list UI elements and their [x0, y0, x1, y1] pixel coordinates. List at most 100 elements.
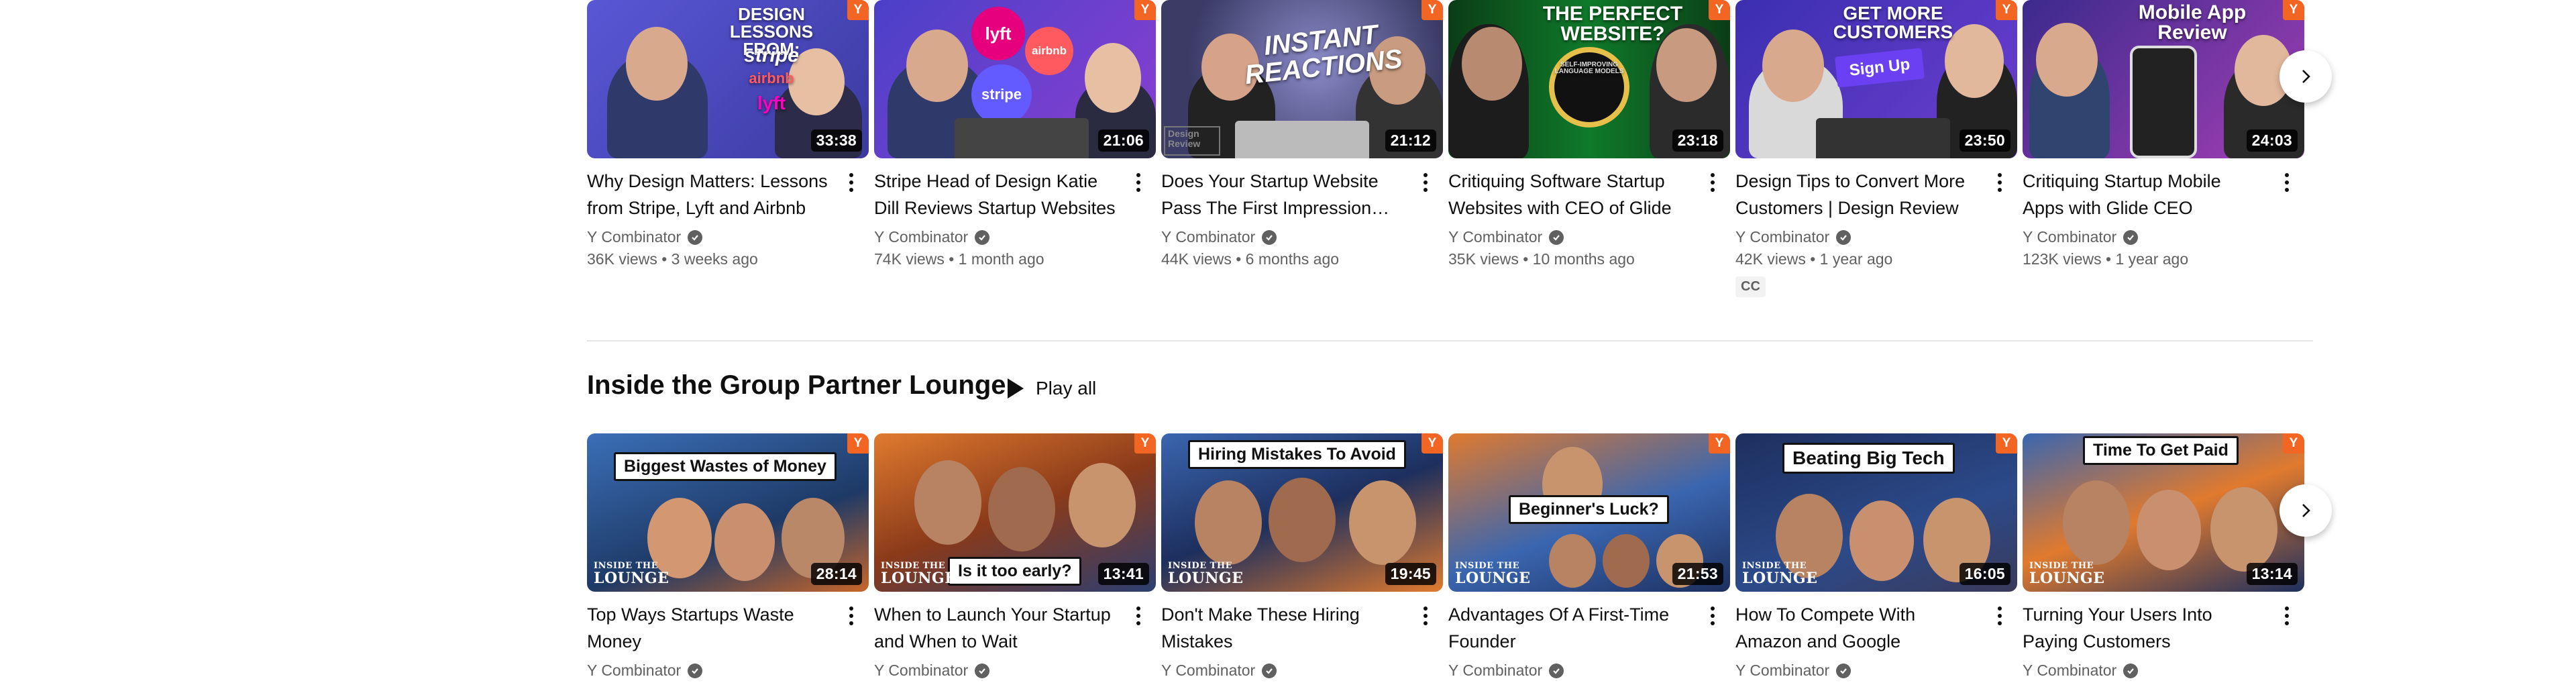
- video-title[interactable]: Don't Make These Hiring Mistakes: [1161, 601, 1403, 655]
- play-all-button[interactable]: Play all: [1000, 370, 1102, 407]
- video-thumbnail[interactable]: lyft airbnb stripe Y 21:06: [874, 0, 1156, 158]
- channel-name[interactable]: Y Combinator: [874, 662, 1156, 680]
- video-card[interactable]: INSTANT REACTIONS Design Review Y 21:12 …: [1161, 0, 1448, 297]
- verified-icon: [688, 229, 703, 245]
- video-card[interactable]: Beating Big Tech INSIDE THE LOUNGE Y 16:0…: [1735, 433, 2023, 680]
- video-title[interactable]: Critiquing Software Startup Websites wit…: [1448, 168, 1690, 221]
- yc-logo-icon: Y: [1134, 0, 1156, 20]
- shelf-next-button[interactable]: [2279, 50, 2332, 103]
- section-title[interactable]: Inside the Group Partner Lounge: [587, 370, 1006, 401]
- more-options-icon[interactable]: [1417, 604, 1434, 628]
- more-options-icon[interactable]: [843, 170, 859, 195]
- channel-name[interactable]: Y Combinator: [2023, 662, 2304, 680]
- duration-badge: 23:50: [1959, 129, 2010, 152]
- more-options-icon[interactable]: [843, 604, 859, 628]
- thumbnail-title: THE PERFECT WEBSITE?: [1542, 3, 1683, 45]
- video-thumbnail[interactable]: Is it too early? INSIDE THE LOUNGE Y 13:4…: [874, 433, 1156, 592]
- video-stats: 44K views • 6 months ago: [1161, 250, 1340, 268]
- video-title[interactable]: Why Design Matters: Lessons from Stripe,…: [587, 168, 828, 221]
- video-title[interactable]: Turning Your Users Into Paying Customers: [2023, 601, 2264, 655]
- duration-badge: 21:12: [1385, 129, 1436, 152]
- duration-badge: 33:38: [810, 129, 862, 152]
- thumbnail-label: Is it too early?: [948, 557, 1082, 586]
- video-thumbnail[interactable]: THE PERFECT WEBSITE? SELF-IMPROVING LANG…: [1448, 0, 1730, 158]
- video-card[interactable]: lyft airbnb stripe Y 21:06 Stripe Head o…: [874, 0, 1161, 297]
- verified-icon: [688, 663, 703, 678]
- video-card[interactable]: Biggest Wastes of Money INSIDE THE LOUNGE…: [587, 433, 874, 680]
- channel-name[interactable]: Y Combinator: [1448, 228, 1730, 246]
- video-thumbnail[interactable]: DESIGN LESSONS FROM: stripe airbnb lyft …: [587, 0, 869, 158]
- video-thumbnail[interactable]: Time To Get Paid INSIDE THE LOUNGE Y 13:1…: [2023, 433, 2304, 592]
- more-options-icon[interactable]: [1705, 604, 1721, 628]
- more-options-icon[interactable]: [1992, 604, 2008, 628]
- verified-icon: [975, 229, 990, 245]
- video-title[interactable]: Critiquing Startup Mobile Apps with Glid…: [2023, 168, 2264, 221]
- more-options-icon[interactable]: [2279, 170, 2295, 195]
- lounge-mark: INSIDE THE LOUNGE: [1742, 561, 1818, 587]
- play-icon: [1008, 378, 1024, 399]
- chevron-right-icon: [2302, 70, 2310, 83]
- more-options-icon[interactable]: [1417, 170, 1434, 195]
- video-title[interactable]: Does Your Startup Website Pass The First…: [1161, 168, 1403, 221]
- more-options-icon[interactable]: [1130, 604, 1146, 628]
- yc-logo-icon: Y: [2283, 433, 2304, 454]
- video-card[interactable]: DESIGN LESSONS FROM: stripe airbnb lyft …: [587, 0, 874, 297]
- video-card[interactable]: Is it too early? INSIDE THE LOUNGE Y 13:4…: [874, 433, 1161, 680]
- brand-stripe: stripe: [971, 64, 1032, 125]
- video-title[interactable]: Advantages Of A First-Time Founder: [1448, 601, 1690, 655]
- channel-name[interactable]: Y Combinator: [587, 662, 869, 680]
- verified-icon: [975, 663, 990, 678]
- channel-name[interactable]: Y Combinator: [874, 228, 1156, 246]
- video-card[interactable]: Time To Get Paid INSIDE THE LOUNGE Y 13:1…: [2023, 433, 2310, 680]
- lounge-mark: INSIDE THE LOUNGE: [881, 561, 957, 587]
- more-options-icon[interactable]: [1992, 170, 2008, 195]
- more-options-icon[interactable]: [1705, 170, 1721, 195]
- channel-name[interactable]: Y Combinator: [1161, 662, 1443, 680]
- channel-name[interactable]: Y Combinator: [1735, 662, 2017, 680]
- verified-icon: [1262, 229, 1277, 245]
- video-shelf-top: DESIGN LESSONS FROM: stripe airbnb lyft …: [587, 0, 2310, 297]
- video-thumbnail[interactable]: GET MORE CUSTOMERS Sign Up Y 23:50: [1735, 0, 2017, 158]
- video-title[interactable]: Top Ways Startups Waste Money: [587, 601, 828, 655]
- video-shelf-bottom: Biggest Wastes of Money INSIDE THE LOUNGE…: [587, 433, 2310, 680]
- video-thumbnail[interactable]: Beating Big Tech INSIDE THE LOUNGE Y 16:0…: [1735, 433, 2017, 592]
- video-thumbnail[interactable]: Biggest Wastes of Money INSIDE THE LOUNGE…: [587, 433, 869, 592]
- video-stats: 123K views • 1 year ago: [2023, 250, 2189, 268]
- video-card[interactable]: GET MORE CUSTOMERS Sign Up Y 23:50 Desig…: [1735, 0, 2023, 297]
- duration-badge: 21:06: [1097, 129, 1149, 152]
- yc-logo-icon: Y: [1421, 433, 1443, 454]
- video-stats: 42K views • 1 year ago: [1735, 250, 1893, 268]
- yc-logo-icon: Y: [1996, 433, 2017, 454]
- thumbnail-subtitle: SELF-IMPROVING LANGUAGE MODELS: [1554, 61, 1624, 75]
- shelf-next-button[interactable]: [2279, 484, 2332, 537]
- video-title[interactable]: Stripe Head of Design Katie Dill Reviews…: [874, 168, 1116, 221]
- video-thumbnail[interactable]: Mobile App Review Y 24:03: [2023, 0, 2304, 158]
- video-thumbnail[interactable]: Beginner's Luck? INSIDE THE LOUNGE Y 21:5…: [1448, 433, 1730, 592]
- channel-name[interactable]: Y Combinator: [1735, 228, 2017, 246]
- video-stats: 74K views • 1 month ago: [874, 250, 1044, 268]
- video-card[interactable]: Hiring Mistakes To Avoid INSIDE THE LOUNG…: [1161, 433, 1448, 680]
- video-card[interactable]: THE PERFECT WEBSITE? SELF-IMPROVING LANG…: [1448, 0, 1735, 297]
- thumbnail-label: Biggest Wastes of Money: [614, 452, 837, 481]
- video-card[interactable]: Mobile App Review Y 24:03 Critiquing Sta…: [2023, 0, 2310, 297]
- video-title[interactable]: When to Launch Your Startup and When to …: [874, 601, 1116, 655]
- brand-lyft: lyft: [757, 93, 786, 113]
- duration-badge: 28:14: [810, 563, 862, 585]
- more-options-icon[interactable]: [2279, 604, 2295, 628]
- brand-airbnb: airbnb: [749, 70, 794, 87]
- channel-name[interactable]: Y Combinator: [1161, 228, 1443, 246]
- channel-name[interactable]: Y Combinator: [2023, 228, 2304, 246]
- video-card[interactable]: Beginner's Luck? INSIDE THE LOUNGE Y 21:5…: [1448, 433, 1735, 680]
- thumbnail-label: Hiring Mistakes To Avoid: [1188, 440, 1406, 469]
- channel-name[interactable]: Y Combinator: [1448, 662, 1730, 680]
- verified-icon: [2123, 229, 2139, 245]
- video-thumbnail[interactable]: INSTANT REACTIONS Design Review Y 21:12: [1161, 0, 1443, 158]
- lounge-mark: INSIDE THE LOUNGE: [1168, 561, 1244, 587]
- play-all-label: Play all: [1036, 378, 1097, 399]
- more-options-icon[interactable]: [1130, 170, 1146, 195]
- video-title[interactable]: How To Compete With Amazon and Google: [1735, 601, 1977, 655]
- channel-name[interactable]: Y Combinator: [587, 228, 869, 246]
- thumbnail-label: Beating Big Tech: [1782, 443, 1955, 474]
- video-title[interactable]: Design Tips to Convert More Customers | …: [1735, 168, 1977, 221]
- video-thumbnail[interactable]: Hiring Mistakes To Avoid INSIDE THE LOUNG…: [1161, 433, 1443, 592]
